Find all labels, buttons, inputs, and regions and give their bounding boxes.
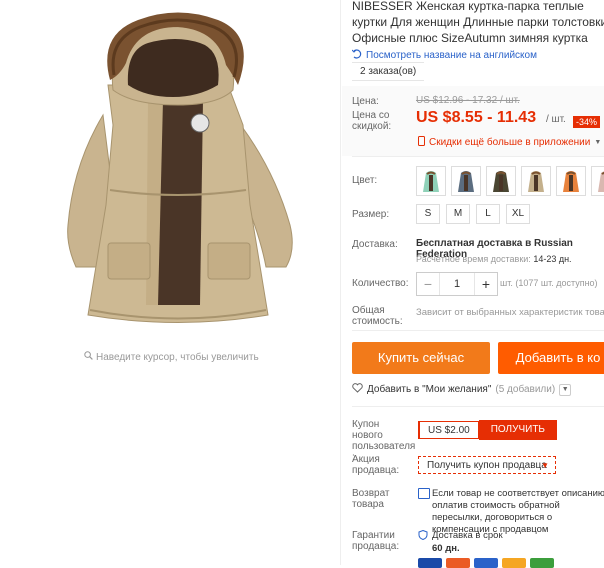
price-unit: / шт. [546, 114, 566, 125]
old-price: US $12.96 - 17.32 / шт. [416, 95, 520, 106]
size-option-xl[interactable]: XL [506, 204, 530, 224]
color-swatch-pink[interactable] [591, 166, 604, 196]
price-label: Цена: [352, 96, 379, 107]
new-user-coupon: US $2.00 ПОЛУЧИТЬ [418, 420, 557, 440]
returns-label: Возврат товара [352, 488, 390, 510]
size-label: Размер: [352, 209, 390, 220]
divider [352, 406, 604, 407]
orders-count: 2 заказа(ов) [352, 62, 425, 81]
magnifier-icon [84, 351, 93, 363]
discount-badge: -34% [573, 116, 601, 128]
divider [352, 156, 604, 157]
quantity-available: шт. (1077 шт. доступно) [500, 278, 598, 288]
app-discount-text: Скидки ещё больше в приложении [429, 137, 591, 148]
translate-link-text: Посмотреть название на английском [366, 50, 537, 61]
column-divider [340, 0, 341, 565]
color-swatch-orange[interactable] [556, 166, 586, 196]
zoom-hint: Наведите курсор, чтобы увеличить [84, 351, 259, 363]
wishlist-count: (5 добавили) [495, 384, 556, 395]
coupon-value: US $2.00 [418, 421, 479, 439]
discount-price: US $8.55 - 11.43 [416, 109, 537, 126]
size-option-m[interactable]: M [446, 204, 470, 224]
shipping-label: Доставка: [352, 239, 398, 250]
card-icon [474, 558, 498, 568]
mastercard-icon [446, 558, 470, 568]
add-to-cart-button[interactable]: Добавить в ко [498, 342, 604, 374]
quantity-increase-button[interactable]: + [475, 273, 497, 295]
chevron-down-icon[interactable]: ▼ [559, 383, 572, 396]
quantity-label: Количество: [352, 278, 409, 289]
guarantee-label: Гарантии продавца: [352, 530, 400, 552]
total-value: Зависит от выбранных характеристик това [416, 307, 604, 318]
seller-coupon-dropdown[interactable]: Получить купон продавца ▼ [418, 456, 556, 474]
shipping-eta: Расчётное время доставки: 14-23 дн. [416, 254, 572, 264]
phone-icon [418, 136, 425, 149]
product-image[interactable] [28, 5, 328, 342]
size-options: S M L XL [416, 204, 530, 224]
heart-icon [352, 383, 363, 396]
payment-methods [418, 558, 554, 568]
wallet-icon [502, 558, 526, 568]
return-box-icon [418, 488, 430, 499]
seller-coupon-text: Получить купон продавца [427, 460, 547, 471]
divider [352, 330, 604, 331]
guarantee-days: 60 дн. [432, 543, 460, 554]
wishlist-text: Добавить в "Мои желания" [367, 384, 492, 395]
translate-link[interactable]: Посмотреть название на английском [351, 49, 537, 62]
quantity-decrease-button[interactable]: − [417, 273, 439, 295]
shipping-eta-prefix: Расчётное время доставки: [416, 254, 531, 264]
color-swatch-blue-gray[interactable] [451, 166, 481, 196]
translate-icon [351, 49, 362, 62]
chevron-down-icon: ▼ [541, 461, 549, 470]
app-discount-link[interactable]: Скидки ещё больше в приложении ▼ [418, 136, 601, 149]
guarantee-line: Доставка в срок [432, 530, 503, 541]
size-option-s[interactable]: S [416, 204, 440, 224]
returns-text: Если товар не соответствует описанию, оп… [432, 488, 604, 535]
chevron-down-icon: ▼ [594, 139, 602, 146]
shield-icon [418, 529, 428, 541]
visa-icon [418, 558, 442, 568]
zoom-hint-text: Наведите курсор, чтобы увеличить [96, 351, 259, 363]
product-title: NIBESSER Женская куртка-парка теплые кур… [352, 0, 604, 45]
quantity-stepper: − 1 + [416, 272, 498, 296]
color-swatch-army-green[interactable] [486, 166, 516, 196]
color-swatch-mint[interactable] [416, 166, 446, 196]
color-swatch-khaki[interactable] [521, 166, 551, 196]
shipping-eta-value: 14-23 дн. [533, 254, 572, 264]
color-label: Цвет: [352, 175, 378, 186]
discount-price-label: Цена со скидкой: [352, 110, 392, 132]
wishlist-link[interactable]: Добавить в "Мои желания" (5 добавили) ▼ [352, 383, 572, 396]
seller-promo-label: Акция продавца: [352, 454, 400, 476]
color-swatches [416, 166, 604, 196]
quantity-input[interactable]: 1 [439, 273, 475, 295]
buy-now-button[interactable]: Купить сейчас [352, 342, 490, 374]
bank-icon [530, 558, 554, 568]
total-label: Общая стоимость: [352, 305, 403, 327]
get-coupon-button[interactable]: ПОЛУЧИТЬ [478, 420, 557, 440]
size-option-l[interactable]: L [476, 204, 500, 224]
